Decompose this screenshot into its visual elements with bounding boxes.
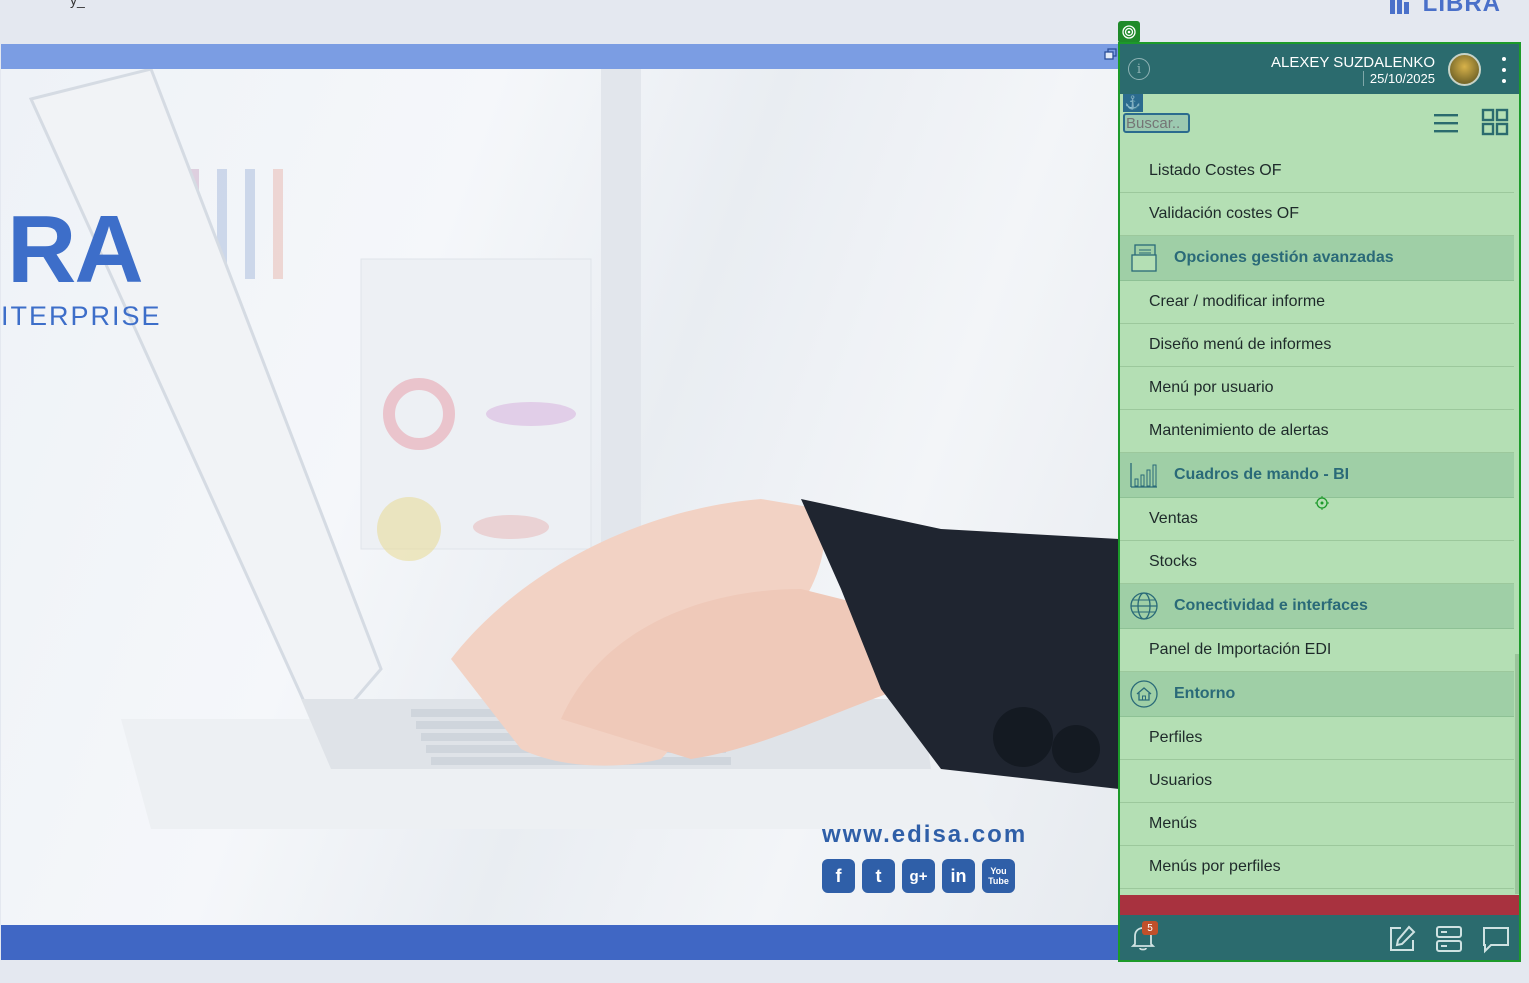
facebook-icon[interactable]: f — [822, 859, 855, 893]
menu-section-cuadros-de-mando[interactable]: Cuadros de mando - BI — [1120, 453, 1514, 498]
chat-icon[interactable] — [1481, 924, 1511, 954]
bar-chart-icon — [1129, 460, 1159, 490]
report-icon — [1129, 243, 1159, 273]
content-top-bar — [1, 44, 1119, 69]
menu-item-perfiles[interactable]: Perfiles — [1120, 717, 1514, 760]
menu-section-conectividad[interactable]: Conectividad e interfaces — [1120, 584, 1514, 629]
menu-item-menu-por-usuario[interactable]: Menú por usuario — [1120, 367, 1514, 410]
section-label: Entorno — [1174, 685, 1236, 702]
menu-item-panel-importacion-edi[interactable]: Panel de Importación EDI — [1120, 629, 1514, 672]
scrollbar[interactable] — [1515, 654, 1519, 894]
menu-item-mantenimiento-alertas[interactable]: Mantenimiento de alertas — [1120, 410, 1514, 453]
home-icon — [1129, 679, 1159, 709]
avatar[interactable] — [1448, 53, 1481, 86]
crosshair-cursor-icon — [1315, 496, 1329, 510]
menu-item-menus[interactable]: Menús — [1120, 803, 1514, 846]
website-link[interactable]: www.edisa.com — [822, 821, 1027, 849]
more-options-icon[interactable] — [1501, 57, 1507, 83]
logo-text: LIBRA — [1422, 0, 1501, 17]
menu-item-diseno-menu-informes[interactable]: Diseño menú de informes — [1120, 324, 1514, 367]
globe-icon — [1129, 591, 1159, 621]
alert-bar — [1120, 895, 1519, 915]
twitter-icon[interactable]: t — [862, 859, 895, 893]
menu-item-crear-modificar-informe[interactable]: Crear / modificar informe — [1120, 281, 1514, 324]
logo-bars-icon — [1390, 0, 1409, 14]
restore-window-icon[interactable] — [1104, 48, 1117, 61]
side-menu-panel: i ALEXEY SUZDALENKO 25/10/2025 ⚓ Listado… — [1118, 42, 1521, 962]
menu-list: Listado Costes OF Validación costes OF O… — [1120, 150, 1514, 889]
panel-footer: 5 — [1120, 915, 1519, 960]
grid-view-icon[interactable] — [1481, 108, 1509, 136]
menu-item-menus-por-perfiles[interactable]: Menús por perfiles — [1120, 846, 1514, 889]
notification-badge: 5 — [1142, 921, 1158, 935]
section-label: Opciones gestión avanzadas — [1174, 249, 1394, 266]
panel-header: i ALEXEY SUZDALENKO 25/10/2025 — [1120, 44, 1519, 94]
panel-pin-icon[interactable] — [1118, 21, 1140, 43]
content-bottom-bar — [1, 925, 1119, 960]
search-input[interactable] — [1123, 113, 1190, 133]
brand-logo-text: RA — [7, 196, 144, 303]
section-label: Conectividad e interfaces — [1174, 597, 1368, 614]
target-icon — [1122, 25, 1136, 39]
window-title-fragment: y_ — [70, 0, 85, 8]
session-date: 25/10/2025 — [1362, 71, 1435, 86]
anchor-icon[interactable]: ⚓ — [1123, 94, 1143, 112]
background-banner-image: RA ITERPRISE www.edisa.com f t g+ in You… — [1, 69, 1119, 925]
server-icon[interactable] — [1434, 924, 1464, 954]
menu-section-opciones-gestion-avanzadas[interactable]: Opciones gestión avanzadas — [1120, 236, 1514, 281]
user-name: ALEXEY SUZDALENKO — [1271, 54, 1435, 71]
menu-item-validacion-costes-of[interactable]: Validación costes OF — [1120, 193, 1514, 236]
menu-section-entorno[interactable]: Entorno — [1120, 672, 1514, 717]
list-view-icon[interactable] — [1433, 112, 1459, 134]
laptop-hands-illustration — [28, 69, 1119, 829]
edit-icon[interactable] — [1387, 924, 1417, 954]
libra-logo: LIBRA — [1389, 0, 1501, 18]
menu-item-listado-costes-of[interactable]: Listado Costes OF — [1120, 150, 1514, 193]
info-icon[interactable]: i — [1128, 58, 1150, 80]
google-plus-icon[interactable]: g+ — [902, 859, 935, 893]
youtube-icon[interactable]: You Tube — [982, 859, 1015, 893]
social-links: f t g+ in You Tube — [822, 859, 1015, 893]
brand-subtitle: ITERPRISE — [1, 301, 162, 331]
menu-item-usuarios[interactable]: Usuarios — [1120, 760, 1514, 803]
menu-item-stocks[interactable]: Stocks — [1120, 541, 1514, 584]
section-label: Cuadros de mando - BI — [1174, 466, 1350, 483]
linkedin-icon[interactable]: in — [942, 859, 975, 893]
